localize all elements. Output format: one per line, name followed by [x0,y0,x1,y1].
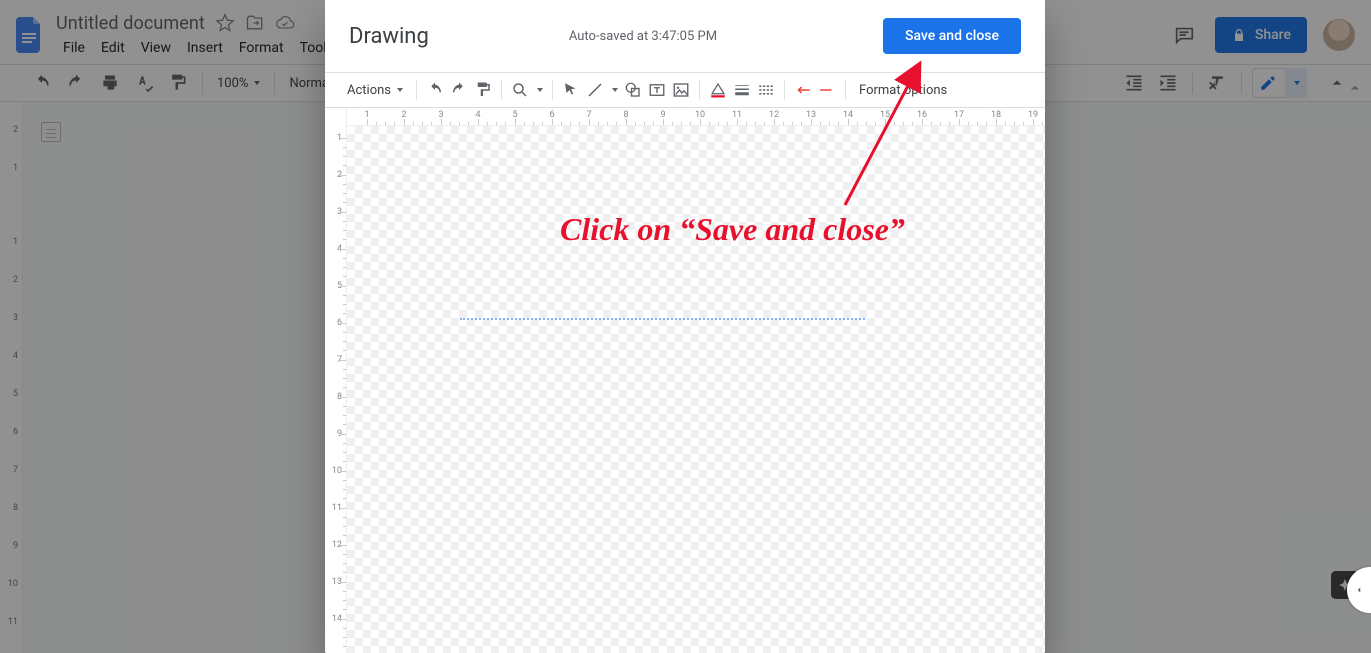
menu-file[interactable]: File [56,36,92,60]
outline-icon[interactable] [41,122,61,142]
indent-decrease-icon[interactable] [1120,69,1148,97]
line-start-icon[interactable] [794,81,812,99]
menu-format[interactable]: Format [232,36,291,60]
textbox-icon[interactable] [648,81,666,99]
cloud-done-icon[interactable] [275,13,295,33]
paint-format-icon[interactable] [164,69,192,97]
undo-icon[interactable] [426,81,444,99]
pencil-icon [1259,74,1277,92]
spellcheck-icon[interactable] [130,69,158,97]
dialog-title: Drawing [349,24,429,49]
dialog-toolbar: Actions Format options [325,72,1045,108]
menu-view[interactable]: View [134,36,178,60]
autosave-status: Auto-saved at 3:47:05 PM [569,29,883,44]
lock-icon [1231,27,1247,43]
drawn-line[interactable] [460,318,865,320]
select-icon[interactable] [562,81,580,99]
docs-v-ruler: 21 123 456 789 1011 [0,102,23,653]
share-button[interactable]: Share [1215,17,1307,53]
star-icon[interactable] [215,13,235,33]
format-options-button[interactable]: Format options [855,83,951,98]
canvas-v-ruler: 1234567891011121314 [325,108,347,653]
line-end-icon[interactable] [818,81,836,99]
menu-edit[interactable]: Edit [94,36,132,60]
indent-increase-icon[interactable] [1154,69,1182,97]
save-and-close-button[interactable]: Save and close [883,18,1021,54]
avatar[interactable] [1323,19,1355,51]
undo-icon[interactable] [28,69,56,97]
clear-formatting-icon[interactable] [1203,69,1231,97]
drawing-dialog: Drawing Auto-saved at 3:47:05 PM Save an… [325,0,1045,653]
line-tool-icon[interactable] [586,81,604,99]
editing-mode-button[interactable] [1252,68,1307,98]
paint-format-icon[interactable] [474,81,492,99]
docs-logo-icon [10,15,50,55]
shape-tool-icon[interactable] [624,81,642,99]
dialog-header: Drawing Auto-saved at 3:47:05 PM Save an… [325,0,1045,72]
doc-title[interactable]: Untitled document [56,13,205,34]
move-icon[interactable] [245,13,265,33]
canvas-h-ruler: 12345678910111213141516171819 [347,108,1045,126]
actions-menu[interactable]: Actions [343,83,407,98]
scroll-up-icon[interactable] [1345,78,1365,98]
line-weight-icon[interactable] [733,81,751,99]
redo-icon[interactable] [62,69,90,97]
drawing-canvas[interactable] [347,126,1045,653]
line-dash-icon[interactable] [757,81,775,99]
comments-icon[interactable] [1169,20,1199,50]
zoom-icon[interactable] [511,81,529,99]
print-icon[interactable] [96,69,124,97]
image-icon[interactable] [672,81,690,99]
line-color-icon[interactable] [709,81,727,99]
menu-insert[interactable]: Insert [180,36,230,60]
redo-icon[interactable] [450,81,468,99]
zoom-select[interactable]: 100% [213,76,264,91]
share-label: Share [1255,27,1291,43]
